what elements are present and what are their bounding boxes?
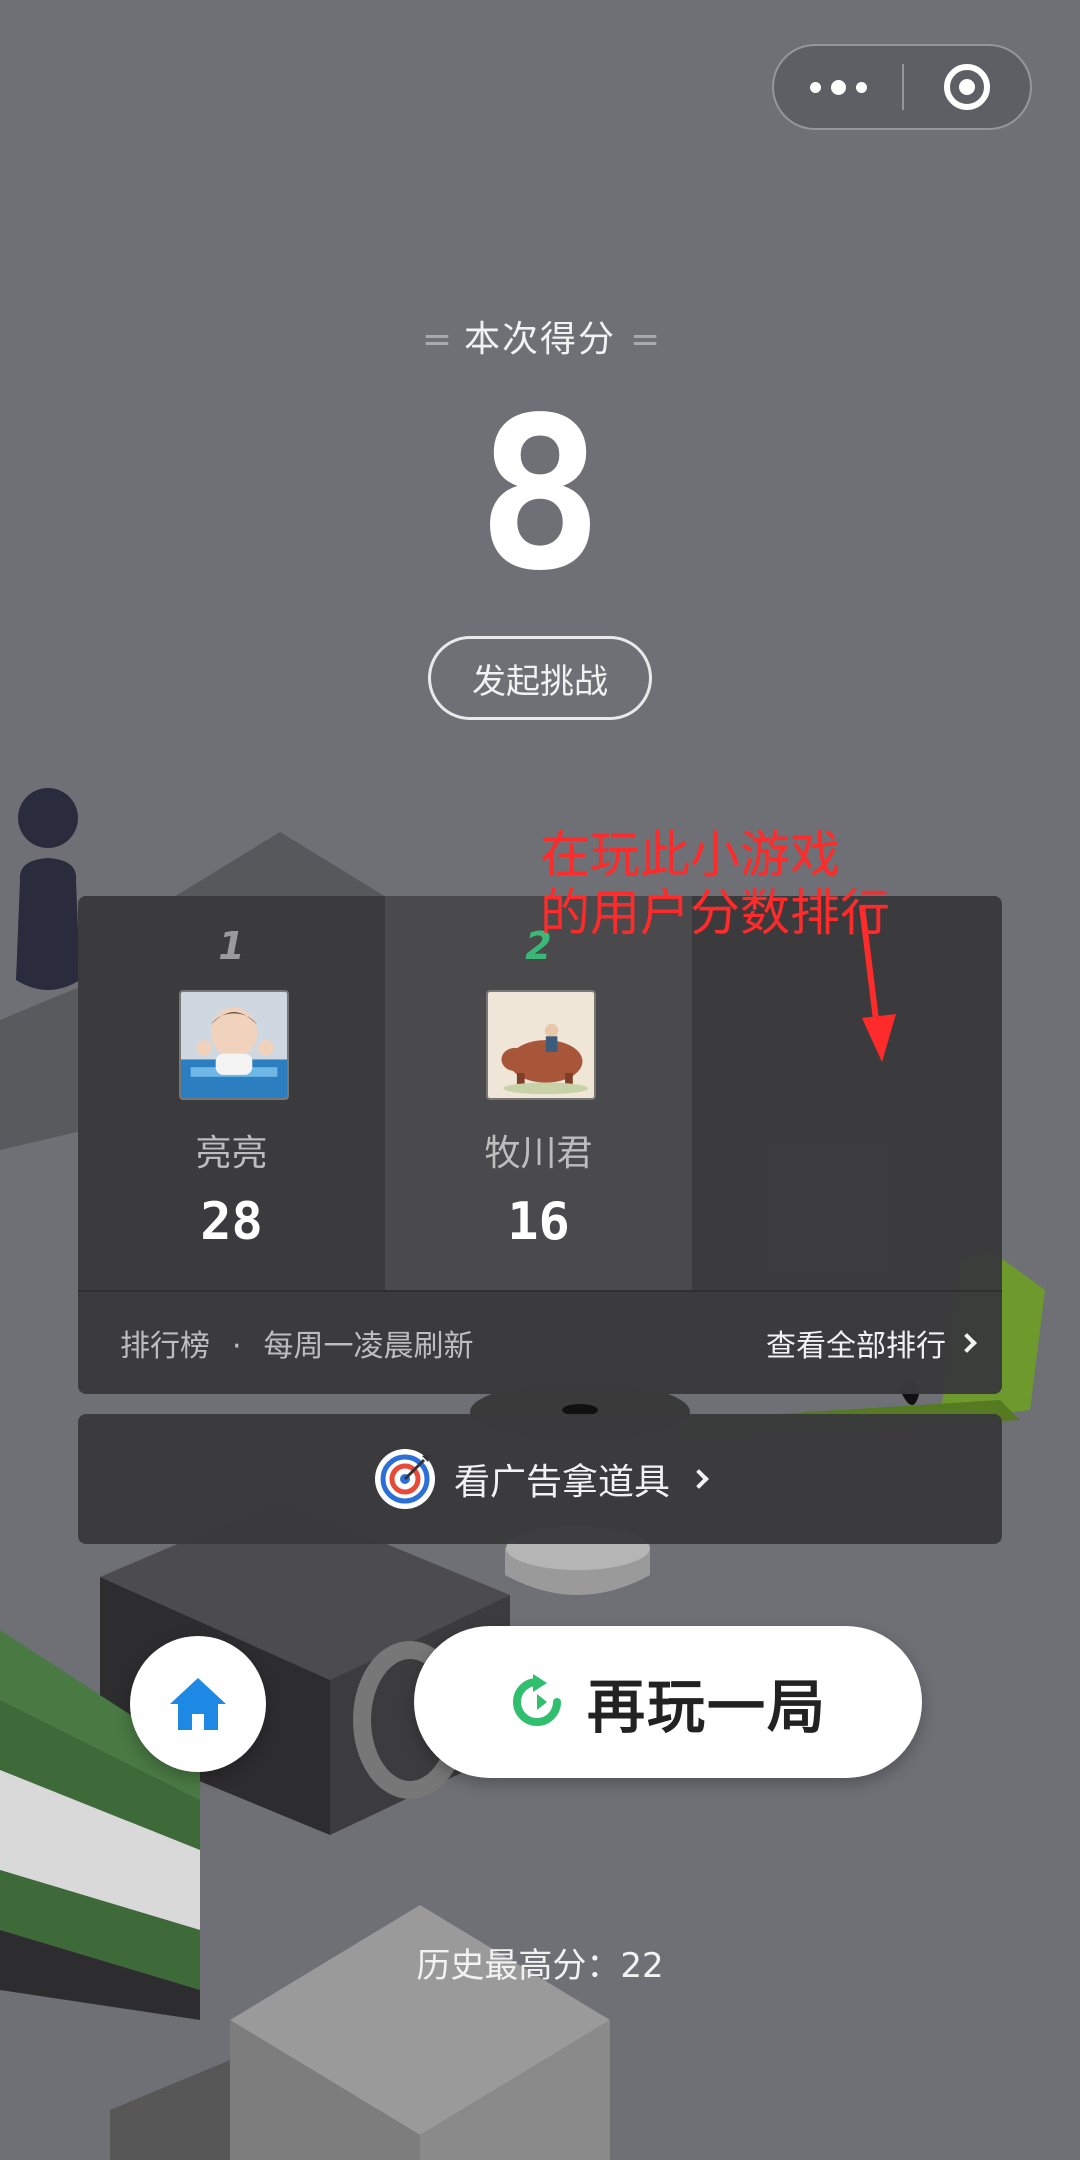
target-dart-icon: [374, 1449, 435, 1509]
more-dots-icon[interactable]: [774, 46, 902, 128]
player-name: 牧川君: [484, 1133, 593, 1174]
ranking-entry[interactable]: 1 亮亮 28: [78, 896, 385, 1290]
annotation-line-1: 在玩此小游戏: [540, 826, 840, 884]
home-button[interactable]: [130, 1636, 266, 1772]
score-title: = 本次得分 =: [0, 310, 1080, 362]
ranking-footer: 排行榜 · 每周一凌晨刷新 查看全部排行: [78, 1290, 1002, 1394]
annotation-text: 在玩此小游戏 的用户分数排行: [540, 826, 890, 942]
ranking-title: 排行榜: [120, 1329, 210, 1364]
ranking-entry-empty: [692, 896, 999, 1290]
annotation-line-2: 的用户分数排行: [540, 884, 890, 942]
view-all-ranking-link[interactable]: 查看全部排行: [766, 1321, 977, 1365]
title-deco-right: =: [630, 319, 660, 360]
ranking-entry[interactable]: 2 牧川君 16: [385, 896, 692, 1290]
player-score: 16: [507, 1192, 570, 1252]
challenge-button[interactable]: 发起挑战: [428, 636, 652, 720]
rank-position: 1: [218, 924, 245, 968]
target-close-icon[interactable]: [904, 46, 1030, 128]
view-all-label: 查看全部排行: [766, 1329, 946, 1364]
best-score: 历史最高分：22: [416, 1946, 664, 1986]
ranking-panel: 1 亮亮 28 2 牧川君 16 排行榜 · 每周一凌晨刷新 查看全部排行: [78, 896, 1002, 1394]
mini-program-capsule: [772, 44, 1032, 130]
ranking-refresh-note: 每周一凌晨刷新: [263, 1329, 474, 1364]
replay-icon: [513, 1674, 561, 1726]
current-score: 8: [476, 372, 604, 617]
avatar: [179, 990, 289, 1100]
replay-label: 再玩一局: [586, 1673, 827, 1741]
ranking-separator: ·: [232, 1329, 242, 1364]
replay-button[interactable]: 再玩一局: [414, 1626, 922, 1778]
watch-ad-label: 看广告拿道具: [453, 1462, 670, 1503]
avatar: [486, 990, 596, 1100]
chevron-right-icon: [957, 1333, 977, 1353]
chevron-right-icon: [689, 1469, 709, 1489]
watch-ad-button[interactable]: 看广告拿道具: [78, 1414, 1002, 1544]
score-title-text: 本次得分: [463, 319, 616, 360]
home-icon: [170, 1678, 226, 1730]
ranking-columns: 1 亮亮 28 2 牧川君 16: [78, 896, 1002, 1290]
player-score: 28: [200, 1192, 263, 1252]
player-name: 亮亮: [195, 1133, 268, 1174]
ranking-footer-info: 排行榜 · 每周一凌晨刷新: [120, 1321, 474, 1365]
title-deco-left: =: [421, 319, 452, 360]
